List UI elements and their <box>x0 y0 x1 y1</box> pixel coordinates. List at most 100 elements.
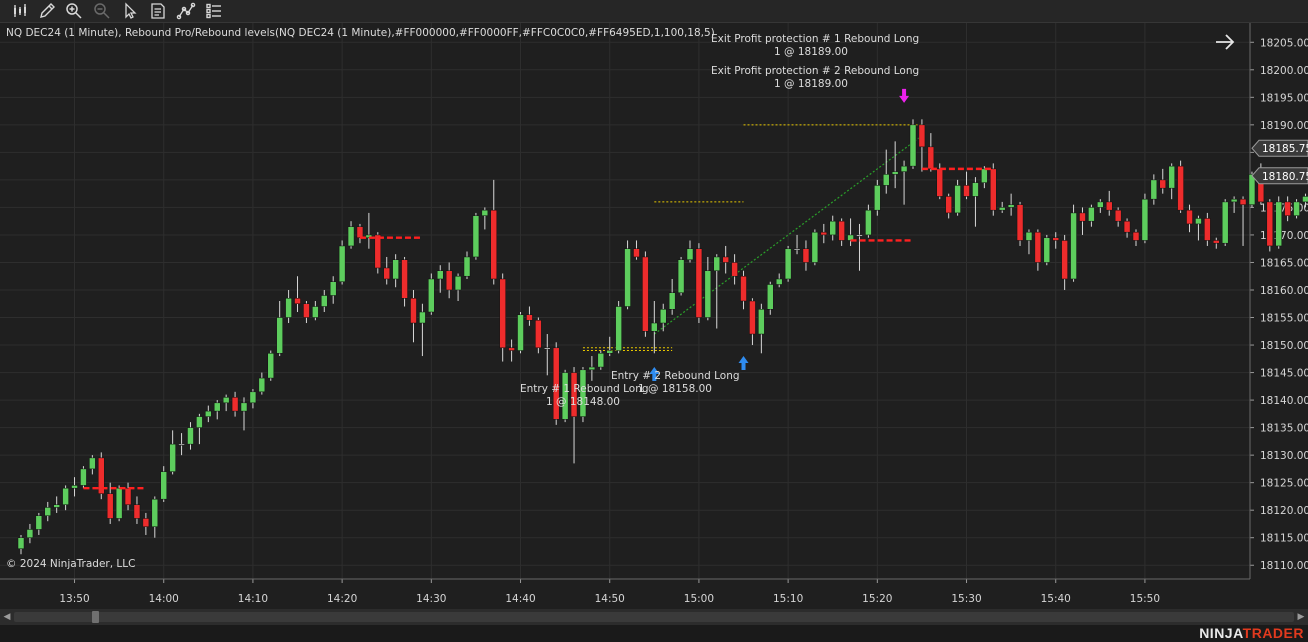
candle-body <box>374 234 382 269</box>
candle-body <box>695 248 703 318</box>
y-tick-label: 18130.00 <box>1260 450 1308 462</box>
candle-body <box>436 270 444 280</box>
candle-body <box>1114 209 1122 222</box>
candle-body <box>1088 207 1095 222</box>
candle-body <box>865 209 872 236</box>
indicators-icon[interactable] <box>204 1 224 21</box>
candle-body <box>1061 240 1068 280</box>
candle-body <box>874 185 881 211</box>
candle-body <box>918 124 926 148</box>
candle-body <box>1168 165 1175 189</box>
candle-body <box>205 410 212 417</box>
candle-body <box>124 487 132 505</box>
candle-body <box>392 259 399 280</box>
candle-body <box>35 515 43 530</box>
candle-body <box>196 416 203 428</box>
candle-body <box>1239 198 1247 205</box>
price-badge-label: 18185.75 <box>1262 143 1308 155</box>
candle-body <box>294 297 301 305</box>
entry-annotation-1-title: Entry # 1 Rebound Long <box>520 383 649 395</box>
candle-body <box>401 259 408 299</box>
bar-type-icon[interactable] <box>10 1 30 21</box>
candle-body <box>106 493 114 519</box>
candle-body <box>169 443 176 472</box>
candle-body <box>838 220 845 241</box>
x-tick-label: 14:30 <box>416 593 446 605</box>
candle-body <box>1266 201 1274 247</box>
candle-body <box>1275 201 1282 247</box>
candle-body <box>758 309 765 335</box>
scroll-right-icon[interactable]: ▶ <box>1296 611 1306 623</box>
candle-body <box>115 487 123 519</box>
candle-body <box>597 353 605 368</box>
candle-body <box>784 248 792 280</box>
candle-body <box>1007 204 1015 208</box>
candle-body <box>213 402 221 412</box>
horizontal-scrollbar[interactable]: ◀ ▶ <box>0 609 1308 625</box>
candle-body <box>187 427 194 445</box>
price-chart[interactable]: 18110.00 18115.00 18120.00 18125.00 18130.00… <box>0 23 1308 609</box>
candle-body <box>517 314 524 351</box>
candle-body <box>998 207 1006 211</box>
data-box-icon[interactable] <box>148 1 168 21</box>
candle-body <box>1097 201 1104 208</box>
y-tick-label: 18125.00 <box>1260 478 1308 490</box>
candle-body <box>445 270 453 291</box>
entry-annotation-1-fill: 1 @ 18148.00 <box>546 396 620 408</box>
scroll-to-latest-button[interactable] <box>1213 32 1237 52</box>
candle-body <box>410 297 417 324</box>
candle-body <box>44 507 52 516</box>
candle-body <box>829 220 836 236</box>
y-tick-label: 18135.00 <box>1260 423 1308 435</box>
candle-body <box>151 498 159 527</box>
candle-body <box>963 185 970 197</box>
footer-bar: NINJATRADER <box>0 625 1308 642</box>
candle-body <box>624 248 631 307</box>
exit-annotation-1-title: Exit Profit protection # 1 Rebound Long <box>711 33 920 45</box>
candle-body <box>508 347 515 351</box>
candle-body <box>383 267 390 280</box>
candle-body <box>1177 165 1184 211</box>
candle-body <box>954 185 961 214</box>
candle-body <box>1186 209 1193 225</box>
pencil-icon[interactable] <box>37 1 57 21</box>
candle-body <box>338 245 346 282</box>
candle-body <box>1025 231 1033 241</box>
entry-annotation-2: Entry # 2 Rebound Long <box>611 370 740 383</box>
candle-body <box>499 278 506 349</box>
y-tick-label: 18205.00 <box>1260 37 1308 49</box>
candle-body <box>1221 201 1229 244</box>
candle-body <box>704 270 712 318</box>
candle-body <box>1141 198 1149 241</box>
candle-body <box>668 292 676 310</box>
x-tick-label: 14:10 <box>238 593 268 605</box>
scroll-thumb[interactable] <box>92 611 99 623</box>
candle-body <box>1302 196 1308 203</box>
candle-body <box>1195 218 1202 225</box>
x-tick-label: 15:00 <box>684 593 714 605</box>
zoom-in-icon[interactable] <box>64 1 84 21</box>
exit-annotation-2-fill: 1 @ 18189.00 <box>774 78 848 90</box>
candle-body <box>713 256 721 271</box>
y-tick-label: 18160.00 <box>1260 285 1308 297</box>
candle-body <box>53 504 60 508</box>
candle-body <box>615 306 622 351</box>
candle-body <box>321 295 328 307</box>
scroll-track[interactable] <box>14 612 1294 622</box>
candle-body <box>1150 179 1158 200</box>
candle-body <box>71 485 78 489</box>
x-tick-label: 14:40 <box>505 593 535 605</box>
candle-body <box>329 281 337 296</box>
candle-body <box>927 146 935 170</box>
drawing-tools-icon[interactable] <box>176 1 196 21</box>
candle-body <box>722 256 729 263</box>
scroll-left-icon[interactable]: ◀ <box>2 611 12 623</box>
candle-body <box>142 518 150 527</box>
candle-body <box>606 350 613 354</box>
candle-body <box>882 174 890 186</box>
pointer-icon[interactable] <box>120 1 140 21</box>
candle-body <box>588 366 596 371</box>
candle-body <box>1079 212 1086 222</box>
zoom-out-icon[interactable] <box>92 1 112 21</box>
candle-body <box>767 284 774 310</box>
